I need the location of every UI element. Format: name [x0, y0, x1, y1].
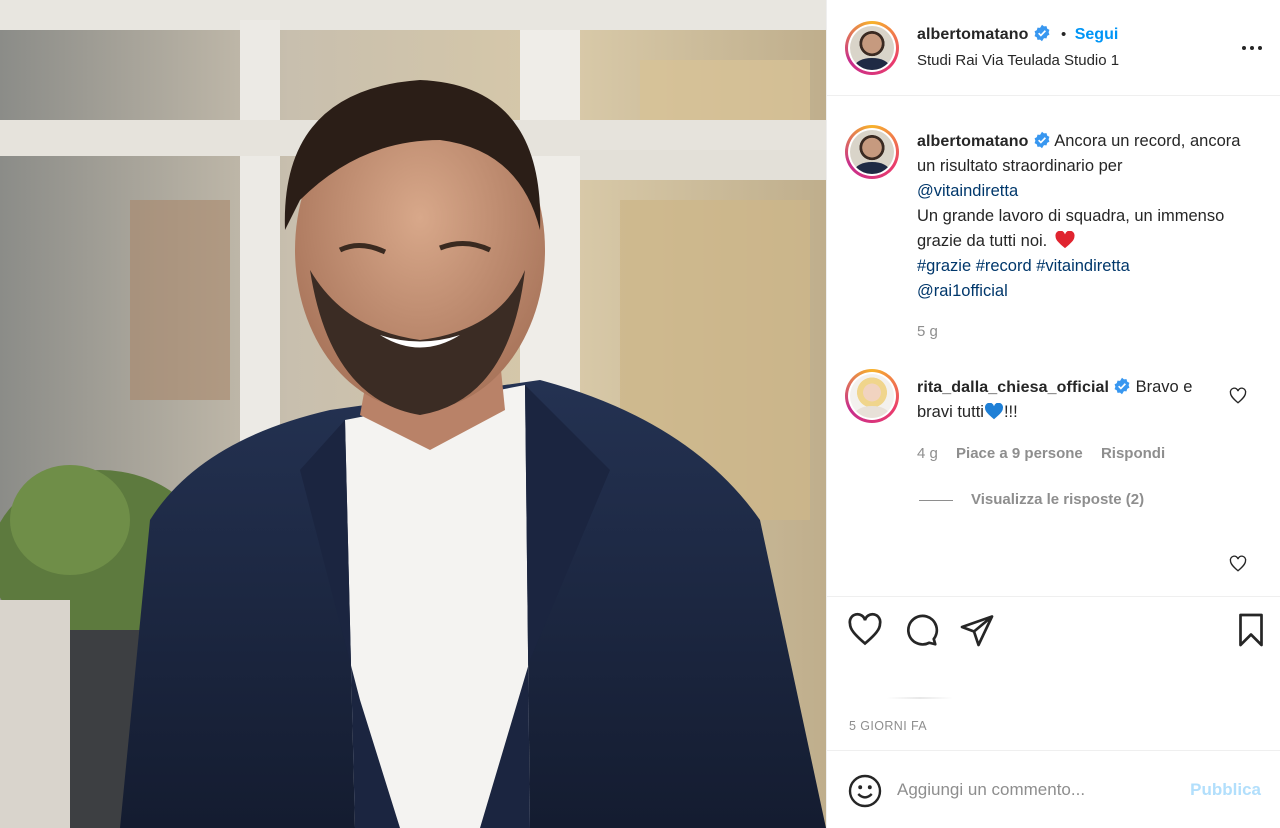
bookmark-icon[interactable]	[1233, 612, 1269, 648]
commenter-avatar[interactable]	[845, 369, 899, 423]
author-username[interactable]: albertomatano	[917, 26, 1029, 43]
post-photo[interactable]	[0, 0, 826, 828]
comment-like-icon-2[interactable]	[1229, 555, 1247, 573]
view-replies-label: Visualizza le risposte (2)	[971, 491, 1145, 508]
red-heart-emoji	[1055, 231, 1075, 249]
follow-button[interactable]: Segui	[1075, 26, 1119, 43]
caption-age[interactable]: 5 g	[917, 323, 938, 340]
action-bar	[827, 596, 1280, 660]
replies-divider	[919, 499, 953, 501]
post-location[interactable]: Studi Rai Via Teulada Studio 1	[917, 52, 1119, 69]
portrait-image	[0, 0, 826, 828]
verified-icon	[1034, 24, 1049, 42]
caption-text: albertomatano Ancora un record, ancora u…	[917, 129, 1247, 304]
author-line: albertomatano • Segui	[917, 24, 1118, 44]
comment-text: rita_dalla_chiesa_official Bravo e bravi…	[917, 375, 1217, 425]
comment-input[interactable]	[897, 773, 1177, 807]
comment-like-icon[interactable]	[1229, 387, 1247, 405]
blue-heart-emoji	[984, 403, 1003, 420]
view-replies-button[interactable]: Visualizza le risposte (2)	[919, 491, 1144, 508]
heart-icon[interactable]	[847, 612, 883, 648]
mention-vitaindiretta[interactable]: @vitaindiretta	[917, 182, 1018, 200]
post-date[interactable]: 5 GIORNI FA	[849, 719, 927, 733]
caption-username[interactable]: albertomatano	[917, 133, 1029, 150]
post-side-panel: albertomatano • Segui Studi Rai Via Teul…	[826, 0, 1280, 828]
commenter-username[interactable]: rita_dalla_chiesa_official	[917, 379, 1109, 396]
comment-meta: 4 g Piace a 9 persone Rispondi	[917, 445, 1179, 462]
likes-placeholder-divider	[887, 697, 953, 699]
comment-age[interactable]: 4 g	[917, 445, 938, 462]
separator-dot: •	[1061, 26, 1067, 43]
mention-rai1official[interactable]: @rai1official	[917, 282, 1008, 300]
post-header: albertomatano • Segui Studi Rai Via Teul…	[827, 0, 1280, 96]
caption-avatar[interactable]	[845, 125, 899, 179]
share-icon[interactable]	[959, 612, 995, 648]
verified-icon	[1034, 131, 1049, 149]
comment-body-end: !!!	[1003, 403, 1018, 421]
emoji-icon[interactable]	[847, 773, 883, 809]
add-comment-bar: Pubblica	[827, 750, 1280, 828]
more-options-icon[interactable]	[1240, 36, 1264, 60]
comment-icon[interactable]	[903, 612, 939, 648]
comment-likes[interactable]: Piace a 9 persone	[956, 445, 1083, 462]
publish-button[interactable]: Pubblica	[1190, 780, 1261, 800]
author-avatar[interactable]	[845, 21, 899, 75]
caption-hashtags[interactable]: #grazie #record #vitaindiretta	[917, 257, 1130, 275]
verified-icon	[1114, 377, 1130, 395]
reply-button[interactable]: Rispondi	[1101, 445, 1165, 462]
